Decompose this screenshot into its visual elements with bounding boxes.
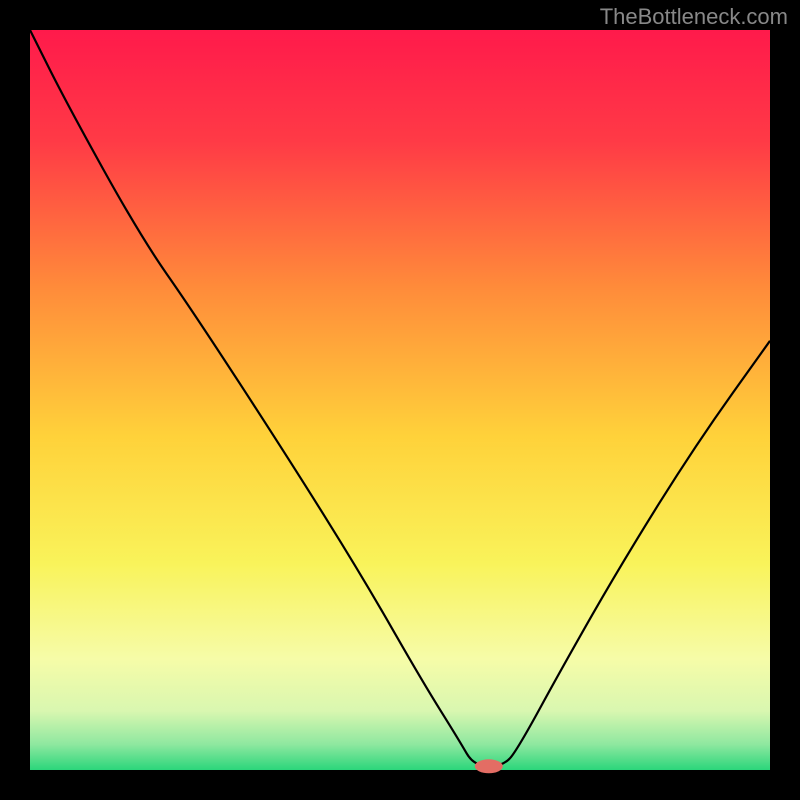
- bottleneck-chart: [0, 0, 800, 800]
- optimal-marker: [475, 759, 503, 773]
- plot-background: [30, 30, 770, 770]
- chart-frame: TheBottleneck.com: [0, 0, 800, 800]
- watermark-text: TheBottleneck.com: [600, 4, 788, 30]
